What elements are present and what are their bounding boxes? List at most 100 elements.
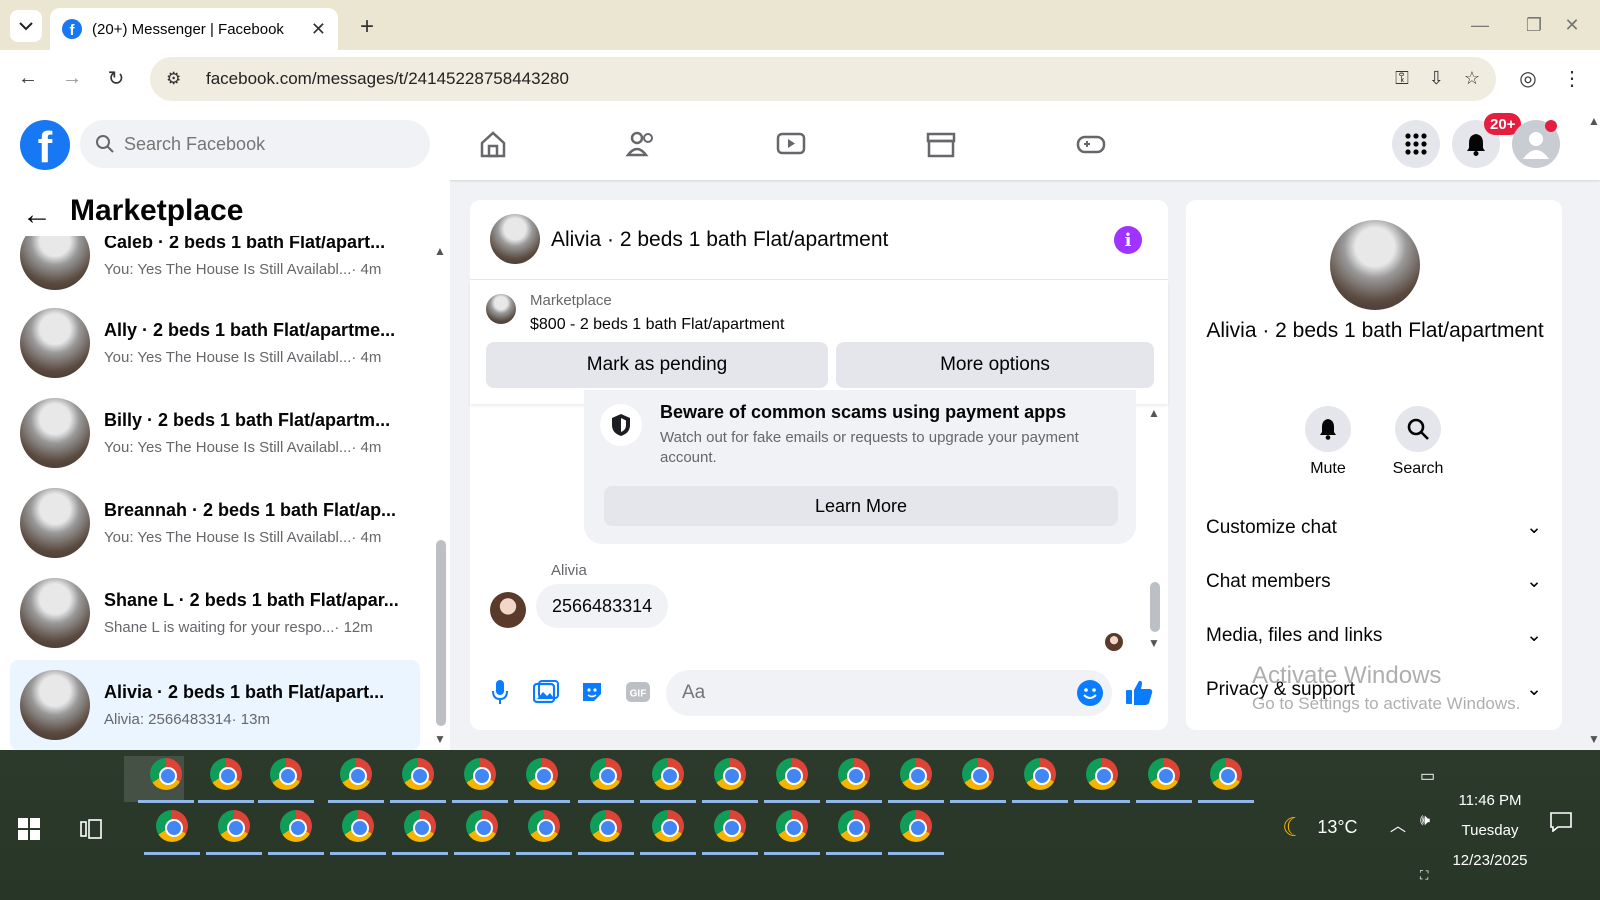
minimize-button[interactable]: — [1460,10,1500,40]
taskbar-browser-icon[interactable] [156,810,188,842]
back-button[interactable]: ← [12,62,44,94]
search-conversation-button[interactable] [1395,406,1441,452]
menu-grid-icon[interactable] [1392,120,1440,168]
customize-chat-section[interactable]: Customize chat ⌄ [1206,516,1542,539]
taskbar-browser-icon[interactable] [1210,758,1242,790]
message-bubble[interactable]: 2566483314 [536,584,669,628]
profile-icon[interactable]: ◎ [1512,62,1544,94]
taskbar-browser-icon[interactable] [1024,758,1056,790]
bookmark-star-icon[interactable]: ☆ [1464,68,1480,89]
taskbar-browser-icon[interactable] [838,758,870,790]
chat-item-billy[interactable]: Billy · 2 beds 1 bath Flat/apartm... You… [10,392,420,474]
taskbar-browser-icon[interactable] [652,810,684,842]
taskbar-browser-icon[interactable] [466,810,498,842]
gaming-nav-icon[interactable] [1066,124,1116,164]
taskbar-browser-icon[interactable] [270,758,302,790]
facebook-logo[interactable]: f [20,120,70,170]
taskbar-browser-icon[interactable] [340,758,372,790]
scroll-down-arrow[interactable]: ▼ [434,732,446,746]
chat-list-scrollbar[interactable] [436,540,446,726]
thumbs-up-icon[interactable] [1125,678,1153,711]
site-settings-icon[interactable]: ⚙ [166,69,188,89]
listing-price[interactable]: $800 - 2 beds 1 bath Flat/apartment [530,316,784,334]
taskbar-clock[interactable]: 11:46 PM Tuesday 12/23/2025 [1440,786,1540,876]
new-tab-button[interactable]: + [352,12,382,42]
taskbar-browser-icon[interactable] [714,758,746,790]
chat-item-breannah[interactable]: Breannah · 2 beds 1 bath Flat/ap... You:… [10,482,420,564]
sticker-icon[interactable] [578,678,606,706]
taskbar-browser-icon[interactable] [590,810,622,842]
more-options-button[interactable]: More options [836,342,1154,388]
taskbar-browser-icon[interactable] [1148,758,1180,790]
scroll-up-arrow[interactable]: ▲ [1148,406,1160,420]
taskbar-browser-icon[interactable] [590,758,622,790]
tab-search-button[interactable] [10,10,42,42]
taskbar-browser-icon[interactable] [776,758,808,790]
page-scroll-up-arrow[interactable]: ▲ [1588,114,1600,128]
taskbar-browser-icon[interactable] [838,810,870,842]
conversation-title[interactable]: Alivia · 2 beds 1 bath Flat/apartment [551,228,888,252]
taskbar-browser-icon[interactable] [464,758,496,790]
forward-button[interactable]: → [56,62,88,94]
browser-tab-messenger[interactable]: f (20+) Messenger | Facebook ✕ [50,8,338,50]
learn-more-button[interactable]: Learn More [604,486,1118,526]
marketplace-nav-icon[interactable] [916,124,966,164]
microphone-icon[interactable] [486,678,514,706]
taskbar-browser-icon[interactable] [402,758,434,790]
close-window-button[interactable]: ✕ [1552,10,1592,40]
chat-members-section[interactable]: Chat members ⌄ [1206,570,1542,593]
reload-button[interactable]: ↻ [100,62,132,94]
friends-nav-icon[interactable] [616,124,666,164]
taskbar-browser-icon[interactable] [900,810,932,842]
chevron-up-icon[interactable]: ︿ [1390,812,1406,836]
chat-item-alivia[interactable]: Alivia · 2 beds 1 bath Flat/apart... Ali… [10,660,420,750]
scroll-down-arrow[interactable]: ▼ [1148,636,1160,650]
chat-item-ally[interactable]: Ally · 2 beds 1 bath Flat/apartme... You… [10,302,420,384]
mute-button[interactable] [1305,406,1351,452]
taskbar-browser-icon[interactable] [280,810,312,842]
network-icon[interactable]: ⛶ [1420,868,1428,883]
windows-start-icon[interactable] [18,818,40,845]
taskbar-browser-icon[interactable] [776,810,808,842]
info-avatar[interactable] [1330,220,1420,310]
taskbar-browser-icon[interactable] [342,810,374,842]
taskbar-browser-icon[interactable] [962,758,994,790]
taskbar-browser-icon[interactable] [652,758,684,790]
taskbar-browser-icon[interactable] [1086,758,1118,790]
watch-nav-icon[interactable] [766,124,816,164]
weather-widget[interactable]: ☾ 13°C [1282,812,1358,843]
key-icon[interactable]: ⚿ [1395,68,1409,89]
notification-center-icon[interactable] [1550,812,1572,837]
chat-item-shane[interactable]: Shane L · 2 beds 1 bath Flat/apar... Sha… [10,572,420,654]
media-files-section[interactable]: Media, files and links ⌄ [1206,624,1542,647]
message-input[interactable] [682,682,1062,704]
gif-icon[interactable]: GIF [624,678,652,706]
emoji-icon[interactable] [1077,680,1103,706]
conversation-scrollbar[interactable] [1150,582,1160,632]
photo-icon[interactable] [532,678,560,706]
listing-thumbnail[interactable] [486,294,516,324]
mark-as-pending-button[interactable]: Mark as pending [486,342,828,388]
taskbar-browser-icon[interactable] [218,810,250,842]
task-view-icon[interactable] [80,818,102,845]
close-tab-icon[interactable]: ✕ [311,19,326,40]
taskbar-browser-icon[interactable] [900,758,932,790]
taskbar-browser-icon[interactable] [210,758,242,790]
volume-icon[interactable]: 🕪 [1420,812,1430,836]
info-icon[interactable]: i [1114,226,1142,254]
facebook-search[interactable] [80,120,430,168]
scroll-up-arrow[interactable]: ▲ [434,244,446,258]
taskbar-browser-icon[interactable] [714,810,746,842]
display-icon[interactable]: ▭ [1420,766,1435,786]
chat-item-caleb[interactable]: Caleb · 2 beds 1 bath Flat/apart... You:… [10,236,420,296]
taskbar-browser-icon[interactable] [404,810,436,842]
search-input[interactable] [124,133,404,155]
conversation-avatar[interactable] [490,214,540,264]
taskbar-browser-icon[interactable] [526,758,558,790]
back-arrow-icon[interactable]: ← [22,198,52,232]
restore-button[interactable]: ❐ [1514,10,1554,40]
install-app-icon[interactable]: ⇩ [1429,68,1444,89]
taskbar-browser-icon[interactable] [528,810,560,842]
message-input-field[interactable] [666,670,1112,716]
browser-menu-icon[interactable]: ⋮ [1556,62,1588,94]
